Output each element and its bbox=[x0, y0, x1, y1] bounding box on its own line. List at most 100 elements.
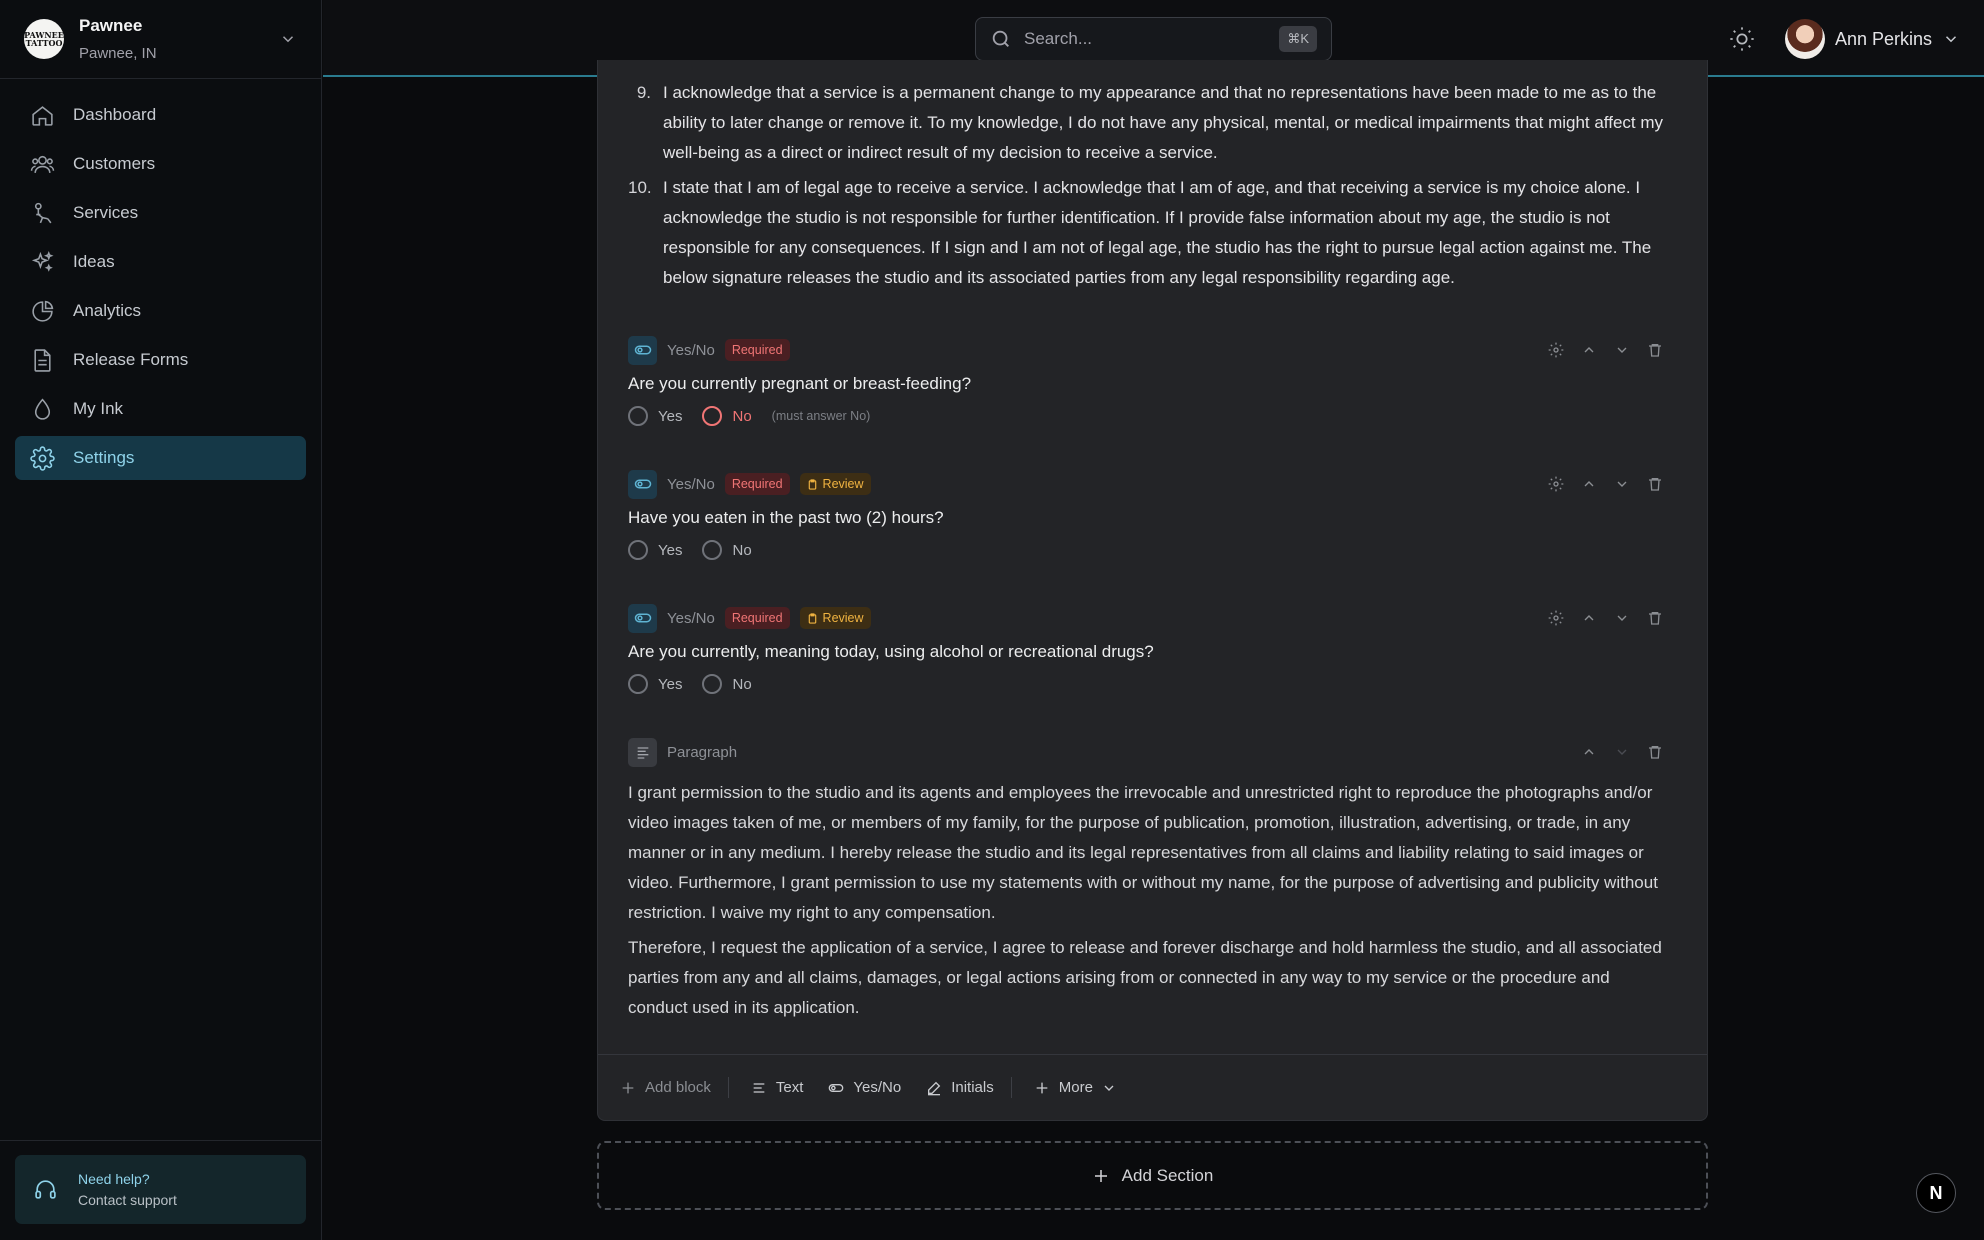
org-name: Pawnee bbox=[79, 16, 143, 35]
gear-icon[interactable] bbox=[1548, 342, 1564, 358]
block-type-label: Yes/No bbox=[667, 475, 715, 493]
sidebar-item-label: Settings bbox=[73, 448, 135, 467]
headset-icon bbox=[35, 1180, 56, 1199]
block-type-label: Yes/No bbox=[667, 341, 715, 359]
sidebar-item-analytics[interactable]: Analytics bbox=[15, 289, 306, 333]
help-subtitle: Contact support bbox=[78, 1192, 177, 1208]
list-item: 10. I state that I am of legal age to re… bbox=[628, 178, 1652, 287]
document-icon bbox=[34, 348, 51, 372]
text-lines-icon bbox=[753, 1082, 765, 1093]
brand-logo: PAWNEE TATTOO bbox=[24, 19, 64, 59]
contact-support-button[interactable]: Need help? Contact support bbox=[15, 1155, 306, 1224]
org-switcher[interactable]: PAWNEE TATTOO Pawnee Pawnee, IN bbox=[0, 0, 321, 79]
toggle-icon bbox=[628, 469, 657, 499]
sidebar-item-settings[interactable]: Settings bbox=[15, 436, 306, 480]
yes-radio[interactable]: Yes bbox=[628, 540, 682, 560]
sidebar-nav: Dashboard Customers Services Ideas Analy… bbox=[0, 79, 321, 480]
chevron-up-icon[interactable] bbox=[1581, 342, 1597, 358]
add-text-button[interactable]: Text bbox=[751, 1079, 803, 1096]
chevron-down-icon[interactable] bbox=[1614, 342, 1630, 358]
terms-list: 9. I acknowledge that a service is a per… bbox=[598, 78, 1707, 298]
yes-radio[interactable]: Yes bbox=[628, 406, 682, 426]
no-radio[interactable]: No bbox=[702, 406, 752, 426]
block-type-label: Yes/No bbox=[667, 609, 715, 627]
sidebar: PAWNEE TATTOO Pawnee Pawnee, IN Dashboar… bbox=[0, 0, 322, 1240]
gear-icon[interactable] bbox=[1548, 476, 1564, 492]
sidebar-item-services[interactable]: Services bbox=[15, 191, 306, 235]
sidebar-item-label: Services bbox=[73, 203, 139, 222]
required-badge: Required bbox=[724, 473, 790, 495]
sidebar-item-label: Analytics bbox=[73, 301, 142, 320]
chevron-up-icon[interactable] bbox=[1581, 610, 1597, 626]
chevron-down-icon[interactable] bbox=[1614, 476, 1630, 492]
answer-hint: (must answer No) bbox=[771, 409, 871, 423]
avatar bbox=[1785, 19, 1825, 59]
chevron-down-icon bbox=[1104, 1085, 1114, 1091]
add-yesno-button[interactable]: Yes/No bbox=[828, 1079, 901, 1096]
help-title: Need help? bbox=[78, 1171, 150, 1187]
search-input[interactable]: Search... ⌘K bbox=[975, 17, 1332, 61]
yesno-block: Yes/No Required Are you currently pregna… bbox=[628, 335, 1663, 426]
tattoo-machine-icon bbox=[34, 202, 52, 223]
question-text: Are you currently, meaning today, using … bbox=[628, 642, 1154, 661]
yes-radio[interactable]: Yes bbox=[628, 674, 682, 694]
users-icon bbox=[30, 155, 55, 173]
yesno-block: Yes/No Required Review Have you eaten in… bbox=[628, 469, 1663, 560]
required-badge: Required bbox=[724, 339, 790, 361]
user-name: Ann Perkins bbox=[1835, 28, 1933, 49]
chevron-up-icon[interactable] bbox=[1581, 744, 1597, 760]
trash-icon[interactable] bbox=[1647, 610, 1663, 626]
sidebar-item-my-ink[interactable]: My Ink bbox=[15, 387, 306, 431]
question-text: Are you currently pregnant or breast-fee… bbox=[628, 374, 972, 393]
question-text: Have you eaten in the past two (2) hours… bbox=[628, 508, 944, 527]
sidebar-item-label: Dashboard bbox=[73, 105, 157, 124]
home-icon bbox=[32, 105, 53, 126]
search-icon bbox=[992, 30, 1009, 47]
no-radio[interactable]: No bbox=[702, 674, 752, 694]
pen-icon bbox=[928, 1081, 941, 1095]
droplet-icon bbox=[34, 397, 51, 420]
sidebar-item-label: Release Forms bbox=[73, 350, 189, 369]
chevron-down-icon bbox=[1946, 36, 1957, 43]
no-radio[interactable]: No bbox=[702, 540, 752, 560]
chevron-up-icon[interactable] bbox=[1581, 476, 1597, 492]
release-form-section: 9. I acknowledge that a service is a per… bbox=[597, 60, 1708, 1121]
gear-icon bbox=[30, 445, 55, 471]
trash-icon[interactable] bbox=[1647, 342, 1663, 358]
plus-icon bbox=[1036, 1082, 1048, 1093]
sidebar-item-label: My Ink bbox=[73, 399, 124, 418]
toolbar-divider bbox=[727, 1077, 729, 1098]
chevron-down-icon[interactable] bbox=[1614, 610, 1630, 626]
block-toolbar: Add block Text Yes/No Initials More bbox=[598, 1054, 1707, 1120]
org-location: Pawnee, IN bbox=[79, 45, 157, 62]
more-blocks-button[interactable]: More bbox=[1034, 1079, 1117, 1096]
block-type-label: Paragraph bbox=[667, 743, 738, 761]
add-initials-button[interactable]: Initials bbox=[926, 1079, 994, 1096]
gear-icon[interactable] bbox=[1548, 610, 1564, 626]
toggle-icon bbox=[628, 603, 657, 633]
clipboard-icon bbox=[808, 478, 816, 490]
sidebar-item-ideas[interactable]: Ideas bbox=[15, 240, 306, 284]
chevron-down-icon bbox=[1617, 749, 1627, 755]
add-section-button[interactable]: Add Section bbox=[597, 1141, 1708, 1210]
review-badge: Review bbox=[799, 473, 871, 495]
sun-icon[interactable] bbox=[1728, 25, 1756, 53]
required-badge: Required bbox=[724, 607, 790, 629]
sidebar-item-customers[interactable]: Customers bbox=[15, 142, 306, 186]
sidebar-item-dashboard[interactable]: Dashboard bbox=[15, 93, 306, 137]
toggle-icon bbox=[829, 1083, 844, 1092]
user-menu[interactable]: Ann Perkins bbox=[1785, 19, 1960, 59]
trash-icon[interactable] bbox=[1647, 744, 1663, 760]
search-shortcut: ⌘K bbox=[1279, 26, 1317, 52]
add-block-button[interactable]: Add block bbox=[620, 1079, 711, 1096]
list-item: 9. I acknowledge that a service is a per… bbox=[636, 83, 1664, 162]
nextjs-dev-badge[interactable]: N bbox=[1916, 1173, 1956, 1213]
sidebar-item-release-forms[interactable]: Release Forms bbox=[15, 338, 306, 382]
chevron-down-icon[interactable] bbox=[279, 30, 297, 48]
sidebar-item-label: Ideas bbox=[73, 252, 115, 271]
clipboard-icon bbox=[808, 612, 816, 624]
toolbar-divider bbox=[1010, 1077, 1012, 1098]
trash-icon[interactable] bbox=[1647, 476, 1663, 492]
review-badge: Review bbox=[799, 607, 871, 629]
plus-icon bbox=[622, 1082, 634, 1093]
